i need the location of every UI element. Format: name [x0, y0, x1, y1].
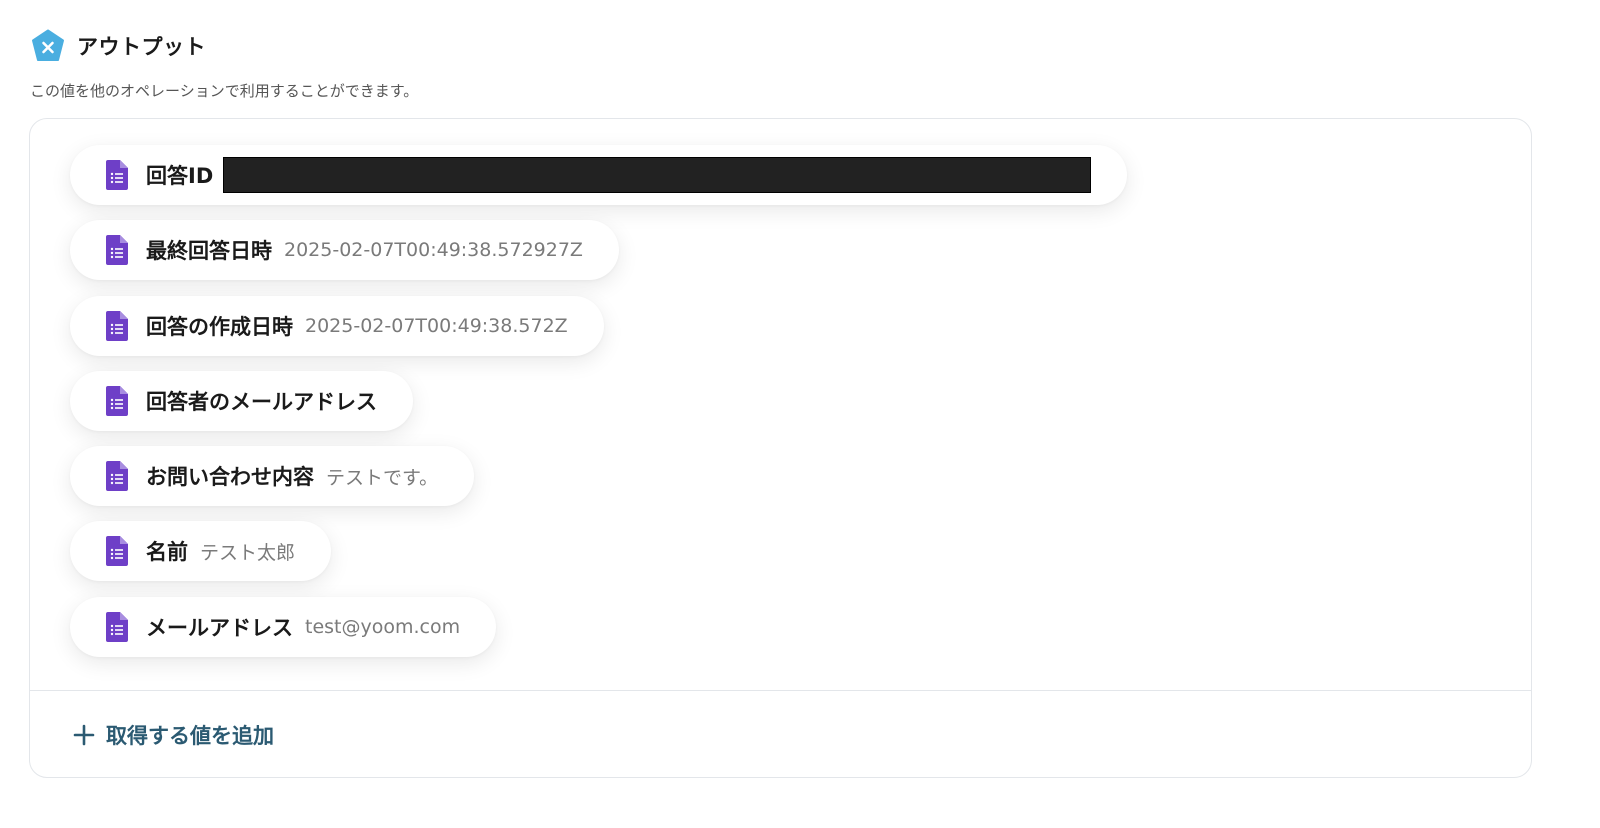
- output-item-value: 2025-02-07T00:49:38.572Z: [305, 315, 568, 337]
- page-title: アウトプット: [77, 35, 206, 59]
- plus-icon: [72, 723, 96, 747]
- output-item-email[interactable]: メールアドレス test@yoom.com: [70, 597, 497, 657]
- section-header: アウトプット: [31, 28, 206, 64]
- divider: [30, 690, 1531, 691]
- output-item-label: 最終回答日時: [146, 239, 272, 263]
- output-item-label: 名前: [146, 540, 188, 564]
- output-item-value: テスト太郎: [200, 541, 296, 564]
- google-forms-icon: [106, 536, 128, 566]
- add-value-button[interactable]: 取得する値を追加: [72, 717, 274, 753]
- output-panel: 回答ID 最終回答日時 2025-02-07T00:49:38.572927Z: [29, 118, 1532, 778]
- output-item-name[interactable]: 名前 テスト太郎: [70, 521, 332, 581]
- output-item-value: 2025-02-07T00:49:38.572927Z: [284, 239, 583, 261]
- output-item-last-answered-at[interactable]: 最終回答日時 2025-02-07T00:49:38.572927Z: [70, 220, 619, 280]
- output-item-value: test@yoom.com: [305, 616, 461, 638]
- variable-pentagon-icon: [31, 29, 65, 63]
- redacted-value: [223, 157, 1092, 193]
- output-item-value: テストです。: [326, 466, 439, 489]
- output-item-response-id[interactable]: 回答ID: [70, 145, 1128, 205]
- output-item-respondent-email[interactable]: 回答者のメールアドレス: [70, 371, 413, 431]
- output-item-label: 回答ID: [146, 164, 214, 188]
- add-value-label: 取得する値を追加: [106, 724, 274, 748]
- section-description: この値を他のオペレーションで利用することができます。: [30, 82, 419, 100]
- output-item-created-at[interactable]: 回答の作成日時 2025-02-07T00:49:38.572Z: [70, 296, 604, 356]
- output-item-label: 回答の作成日時: [146, 315, 293, 339]
- output-item-label: 回答者のメールアドレス: [146, 390, 377, 414]
- google-forms-icon: [106, 386, 128, 416]
- output-item-inquiry[interactable]: お問い合わせ内容 テストです。: [70, 446, 475, 506]
- google-forms-icon: [106, 311, 128, 341]
- google-forms-icon: [106, 160, 128, 190]
- google-forms-icon: [106, 612, 128, 642]
- output-item-label: メールアドレス: [146, 616, 293, 640]
- output-item-label: お問い合わせ内容: [146, 465, 314, 489]
- google-forms-icon: [106, 461, 128, 491]
- google-forms-icon: [106, 235, 128, 265]
